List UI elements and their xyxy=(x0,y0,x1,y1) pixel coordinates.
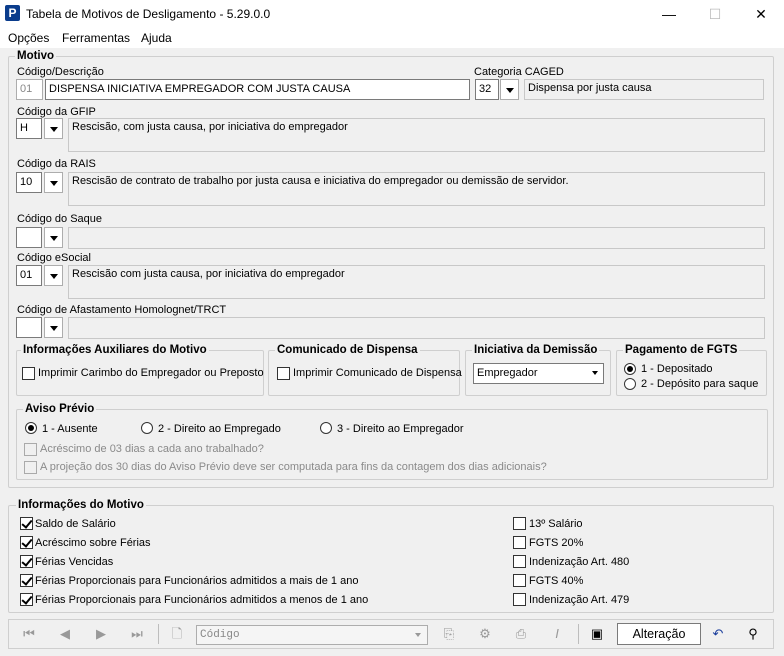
info-left-label: Férias Vencidas xyxy=(35,556,114,568)
caged-code-field[interactable]: 32 xyxy=(475,79,499,100)
acrescimo-label: Acréscimo de 03 dias a cada ano trabalha… xyxy=(40,443,264,455)
aviso-radio-3-label: 3 - Direito ao Empregador xyxy=(337,423,464,435)
info-right-checkbox[interactable] xyxy=(513,574,526,587)
info-left-checkbox[interactable] xyxy=(20,593,33,606)
caged-dropdown-icon[interactable] xyxy=(500,79,519,100)
info-right-checkbox[interactable] xyxy=(513,536,526,549)
codigo-field[interactable]: 01 xyxy=(16,79,43,100)
gfip-code-field[interactable]: H xyxy=(16,118,42,139)
fgts-group-label: Pagamento de FGTS xyxy=(623,344,740,356)
copy-icon[interactable]: ⎘ xyxy=(434,622,464,646)
acrescimo-checkbox[interactable] xyxy=(24,443,37,456)
info-left-label: Férias Proporcionais para Funcionários a… xyxy=(35,575,359,587)
info-left-checkbox[interactable] xyxy=(20,574,33,587)
carimbo-checkbox[interactable] xyxy=(22,367,35,380)
last-record-icon[interactable]: ⏭ xyxy=(122,622,152,646)
rais-dropdown-icon[interactable] xyxy=(44,172,63,193)
info-left-label: Acréscimo sobre Férias xyxy=(35,537,151,549)
comunicado-checkbox-label: Imprimir Comunicado de Dispensa xyxy=(293,367,462,379)
caged-desc: Dispensa por justa causa xyxy=(524,79,764,100)
comunicado-checkbox[interactable] xyxy=(277,367,290,380)
afast-desc xyxy=(68,317,765,339)
info-right-label: Indenização Art. 479 xyxy=(529,594,630,606)
rais-desc: Rescisão de contrato de trabalho por jus… xyxy=(68,172,765,206)
binoculars-icon[interactable]: ⚲ xyxy=(738,622,768,646)
gfip-desc: Rescisão, com justa causa, por iniciativ… xyxy=(68,118,765,152)
iniciativa-select[interactable]: Empregador xyxy=(473,363,604,384)
info-left-label: Saldo de Salário xyxy=(35,518,116,530)
info-group-label: Informações do Motivo xyxy=(16,499,146,511)
menu-ajuda[interactable]: Ajuda xyxy=(141,31,172,45)
status-field: Alteração xyxy=(617,623,701,645)
search-chevron-down-icon[interactable] xyxy=(415,633,421,637)
saque-code-field[interactable] xyxy=(16,227,42,248)
menu-opcoes[interactable]: Opções xyxy=(8,31,49,45)
close-button[interactable]: ✕ xyxy=(738,0,784,28)
previous-record-icon[interactable]: ◀ xyxy=(50,622,80,646)
projecao-label: A projeção dos 30 dias do Aviso Prévio d… xyxy=(40,461,547,473)
esocial-label: Código eSocial xyxy=(17,252,91,264)
info-right-checkbox[interactable] xyxy=(513,555,526,568)
app-logo-icon: P xyxy=(5,5,20,21)
new-document-icon[interactable]: 🗋 xyxy=(162,622,192,646)
comunicado-group-label: Comunicado de Dispensa xyxy=(275,344,420,356)
codigo-label: Código/Descrição xyxy=(17,66,104,78)
toolbar-separator xyxy=(578,624,579,644)
iniciativa-chevron-down-icon[interactable] xyxy=(592,371,598,375)
info-left-checkbox[interactable] xyxy=(20,536,33,549)
info-right-label: FGTS 20% xyxy=(529,537,584,549)
saque-desc xyxy=(68,227,765,249)
info-right-checkbox[interactable] xyxy=(513,593,526,606)
carimbo-label: Imprimir Carimbo do Empregador ou Prepos… xyxy=(38,367,264,379)
afast-dropdown-icon[interactable] xyxy=(44,317,63,338)
settings-icon[interactable]: ⚙ xyxy=(470,622,500,646)
projecao-checkbox[interactable] xyxy=(24,461,37,474)
italic-icon[interactable]: I xyxy=(542,622,572,646)
info-right-label: 13º Salário xyxy=(529,518,583,530)
gfip-dropdown-icon[interactable] xyxy=(44,118,63,139)
info-right-checkbox[interactable] xyxy=(513,517,526,530)
saque-dropdown-icon[interactable] xyxy=(44,227,63,248)
aviso-radio-2-label: 2 - Direito ao Empregado xyxy=(158,423,281,435)
fgts-radio-1[interactable] xyxy=(624,363,636,375)
afast-code-field[interactable] xyxy=(16,317,42,338)
info-right-label: FGTS 40% xyxy=(529,575,584,587)
afast-label: Código de Afastamento Homolognet/TRCT xyxy=(17,304,227,316)
iniciativa-group-label: Iniciativa da Demissão xyxy=(472,344,600,356)
minimize-button[interactable]: — xyxy=(646,0,692,28)
menu-ferramentas[interactable]: Ferramentas xyxy=(62,31,130,45)
esocial-code-field[interactable]: 01 xyxy=(16,265,42,286)
aviso-group-label: Aviso Prévio xyxy=(23,403,97,415)
next-record-icon[interactable]: ▶ xyxy=(86,622,116,646)
maximize-button[interactable]: ☐ xyxy=(692,0,738,28)
caged-label: Categoria CAGED xyxy=(474,66,564,78)
aux-group-label: Informações Auxiliares do Motivo xyxy=(21,344,209,356)
rais-code-field[interactable]: 10 xyxy=(16,172,42,193)
aviso-radio-1-label: 1 - Ausente xyxy=(42,423,98,435)
aviso-radio-2[interactable] xyxy=(141,422,153,434)
fgts-radio-2[interactable] xyxy=(624,378,636,390)
gfip-label: Código da GFIP xyxy=(17,106,96,118)
search-code-input[interactable]: Código xyxy=(196,625,428,645)
window-title: Tabela de Motivos de Desligamento - 5.29… xyxy=(26,7,271,21)
saque-label: Código do Saque xyxy=(17,213,103,225)
esocial-desc: Rescisão com justa causa, por iniciativa… xyxy=(68,265,765,299)
motivo-group-label: Motivo xyxy=(15,50,57,62)
esocial-dropdown-icon[interactable] xyxy=(44,265,63,286)
first-record-icon[interactable]: ⏮ xyxy=(14,622,44,646)
print-icon[interactable]: ⎙ xyxy=(506,622,536,646)
aviso-radio-1[interactable] xyxy=(25,422,37,434)
descricao-field[interactable]: DISPENSA INICIATIVA EMPREGADOR COM JUSTA… xyxy=(45,79,470,100)
fgts-radio-1-label: 1 - Depositado xyxy=(641,363,713,375)
info-left-checkbox[interactable] xyxy=(20,517,33,530)
rais-label: Código da RAIS xyxy=(17,158,96,170)
info-left-label: Férias Proporcionais para Funcionários a… xyxy=(35,594,369,606)
fgts-radio-2-label: 2 - Depósito para saque xyxy=(641,378,759,390)
toolbar-separator xyxy=(158,624,159,644)
info-left-checkbox[interactable] xyxy=(20,555,33,568)
aviso-radio-3[interactable] xyxy=(320,422,332,434)
undo-icon[interactable]: ↶ xyxy=(703,622,733,646)
save-icon[interactable]: ▣ xyxy=(582,622,612,646)
info-right-label: Indenização Art. 480 xyxy=(529,556,630,568)
